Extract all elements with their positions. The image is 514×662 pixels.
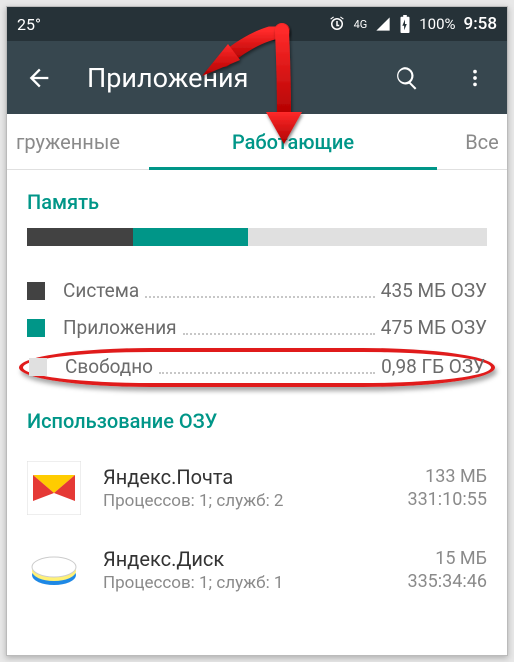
- memory-label: Свободно: [65, 355, 153, 378]
- app-uptime: 335:34:46: [407, 571, 487, 592]
- arrow-back-icon: [25, 64, 53, 92]
- alarm-icon: [328, 15, 346, 33]
- list-item[interactable]: Яндекс.Почта Процессов: 1; служб: 2 133 …: [27, 447, 487, 529]
- app-icon-yandex-disk: [27, 543, 81, 597]
- app-name: Яндекс.Почта: [103, 465, 407, 489]
- running-apps-list: Яндекс.Почта Процессов: 1; служб: 2 133 …: [27, 447, 487, 611]
- search-icon: [394, 65, 420, 91]
- more-vert-icon: [464, 67, 486, 89]
- status-network-type: 4G: [354, 19, 368, 30]
- status-clock: 9:58: [464, 14, 497, 34]
- memory-bar: [27, 228, 487, 246]
- memory-bar-system: [27, 228, 133, 246]
- memory-bar-apps: [133, 228, 248, 246]
- tab-all[interactable]: Все: [447, 114, 507, 169]
- back-button[interactable]: [19, 58, 59, 98]
- memory-section-title: Память: [27, 170, 487, 228]
- memory-row-system: Система 435 МБ ОЗУ: [27, 272, 487, 309]
- overflow-menu-button[interactable]: [455, 58, 495, 98]
- tab-bar: груженные Работающие Все: [7, 114, 507, 170]
- list-item[interactable]: Яндекс.Диск Процессов: 1; служб: 1 15 МБ…: [27, 529, 487, 611]
- swatch-free: [29, 358, 47, 376]
- signal-icon: [375, 16, 391, 32]
- ram-usage-section-title: Использование ОЗУ: [27, 389, 487, 447]
- tab-running[interactable]: Работающие: [139, 114, 447, 169]
- app-ram: 133 МБ: [407, 466, 487, 487]
- status-bar: 25° 4G 100% 9:58: [7, 7, 507, 41]
- app-name: Яндекс.Диск: [103, 547, 407, 571]
- status-battery-percent: 100%: [419, 15, 455, 33]
- swatch-system: [27, 282, 45, 300]
- memory-value: 0,98 ГБ ОЗУ: [381, 355, 485, 378]
- memory-value: 435 МБ ОЗУ: [381, 279, 487, 302]
- app-subtitle: Процессов: 1; служб: 1: [103, 573, 407, 593]
- memory-value: 475 МБ ОЗУ: [381, 316, 487, 339]
- status-temperature: 25°: [17, 15, 41, 34]
- memory-label: Система: [63, 279, 139, 302]
- app-ram: 15 МБ: [407, 548, 487, 569]
- app-icon-yandex-mail: [27, 461, 81, 515]
- app-subtitle: Процессов: 1; служб: 2: [103, 491, 407, 511]
- search-button[interactable]: [387, 58, 427, 98]
- memory-row-free: Свободно 0,98 ГБ ОЗУ: [19, 348, 495, 387]
- content-area: Память Система 435 МБ ОЗУ Приложения 475…: [7, 170, 507, 611]
- app-bar: Приложения: [7, 41, 507, 114]
- memory-row-apps: Приложения 475 МБ ОЗУ: [27, 309, 487, 346]
- app-uptime: 331:10:55: [407, 489, 487, 510]
- tab-downloaded[interactable]: груженные: [7, 114, 139, 169]
- memory-label: Приложения: [63, 316, 177, 339]
- swatch-apps: [27, 319, 45, 337]
- phone-frame: 25° 4G 100% 9:58 Приложения: [6, 6, 508, 656]
- battery-charging-icon: [399, 15, 411, 33]
- page-title: Приложения: [87, 62, 359, 94]
